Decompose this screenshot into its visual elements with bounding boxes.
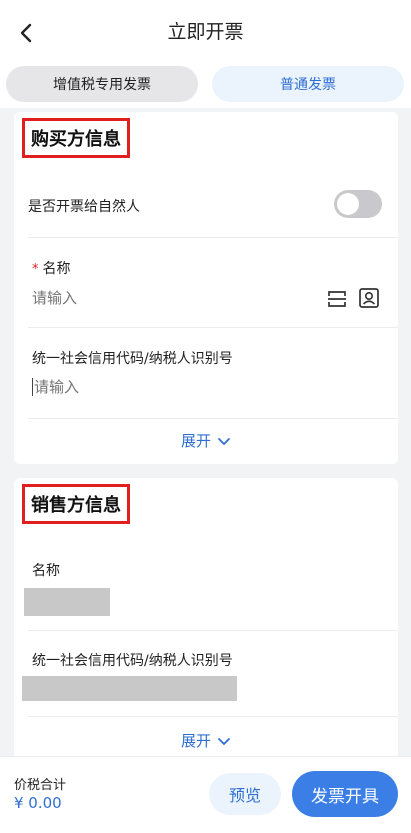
buyer-expand-label: 展开 xyxy=(180,432,211,450)
buyer-expand-button[interactable]: 展开 xyxy=(14,430,398,451)
buyer-info-card: 购买方信息 是否开票给自然人 *名称 统一社会信用代码/纳税人识别号 展开 xyxy=(14,112,398,464)
natural-person-toggle[interactable] xyxy=(334,190,382,218)
seller-info-card: 销售方信息 名称 统一社会信用代码/纳税人识别号 展开 xyxy=(14,478,398,778)
buyer-name-input[interactable] xyxy=(32,287,292,309)
invoice-type-tabs: 增值税专用发票 普通发票 xyxy=(0,64,411,108)
buyer-tax-id-input[interactable] xyxy=(34,376,294,398)
buyer-section-title: 购买方信息 xyxy=(22,118,130,158)
chevron-down-icon xyxy=(217,433,231,451)
total-label: 价税合计 xyxy=(14,778,67,793)
tab-vat-special-invoice[interactable]: 增值税专用发票 xyxy=(6,66,198,102)
back-icon[interactable] xyxy=(14,20,40,46)
toggle-knob xyxy=(337,193,359,215)
buyer-tax-id-label: 统一社会信用代码/纳税人识别号 xyxy=(32,351,233,367)
seller-name-label: 名称 xyxy=(32,563,60,579)
seller-section-title: 销售方信息 xyxy=(22,484,130,524)
tab-normal-invoice[interactable]: 普通发票 xyxy=(212,66,404,102)
buyer-name-label-text: 名称 xyxy=(42,261,71,277)
preview-button[interactable]: 预览 xyxy=(209,773,281,815)
nav-bar: 立即开票 xyxy=(0,0,411,64)
buyer-name-label: * 名称 xyxy=(32,258,71,278)
footer-bar: 价税合计 ¥ 0.00 预览 发票开具 xyxy=(0,756,411,833)
total-value: ¥ 0.00 xyxy=(14,794,62,812)
text-cursor xyxy=(32,378,33,396)
seller-name-redacted xyxy=(24,588,110,616)
issue-invoice-button[interactable]: 发票开具 xyxy=(292,771,398,817)
divider xyxy=(28,630,398,631)
chevron-down-icon xyxy=(217,733,231,751)
seller-expand-label: 展开 xyxy=(180,732,211,750)
required-mark: * xyxy=(32,262,39,277)
contact-card-icon[interactable] xyxy=(358,287,380,309)
natural-person-label: 是否开票给自然人 xyxy=(28,199,140,215)
divider xyxy=(28,327,398,328)
seller-expand-button[interactable]: 展开 xyxy=(14,730,398,751)
divider xyxy=(28,418,398,419)
seller-tax-id-label: 统一社会信用代码/纳税人识别号 xyxy=(32,653,233,669)
page-title: 立即开票 xyxy=(167,21,244,43)
scan-icon[interactable] xyxy=(326,288,348,310)
divider xyxy=(28,716,398,717)
seller-tax-id-redacted xyxy=(22,676,237,701)
divider xyxy=(28,237,398,238)
